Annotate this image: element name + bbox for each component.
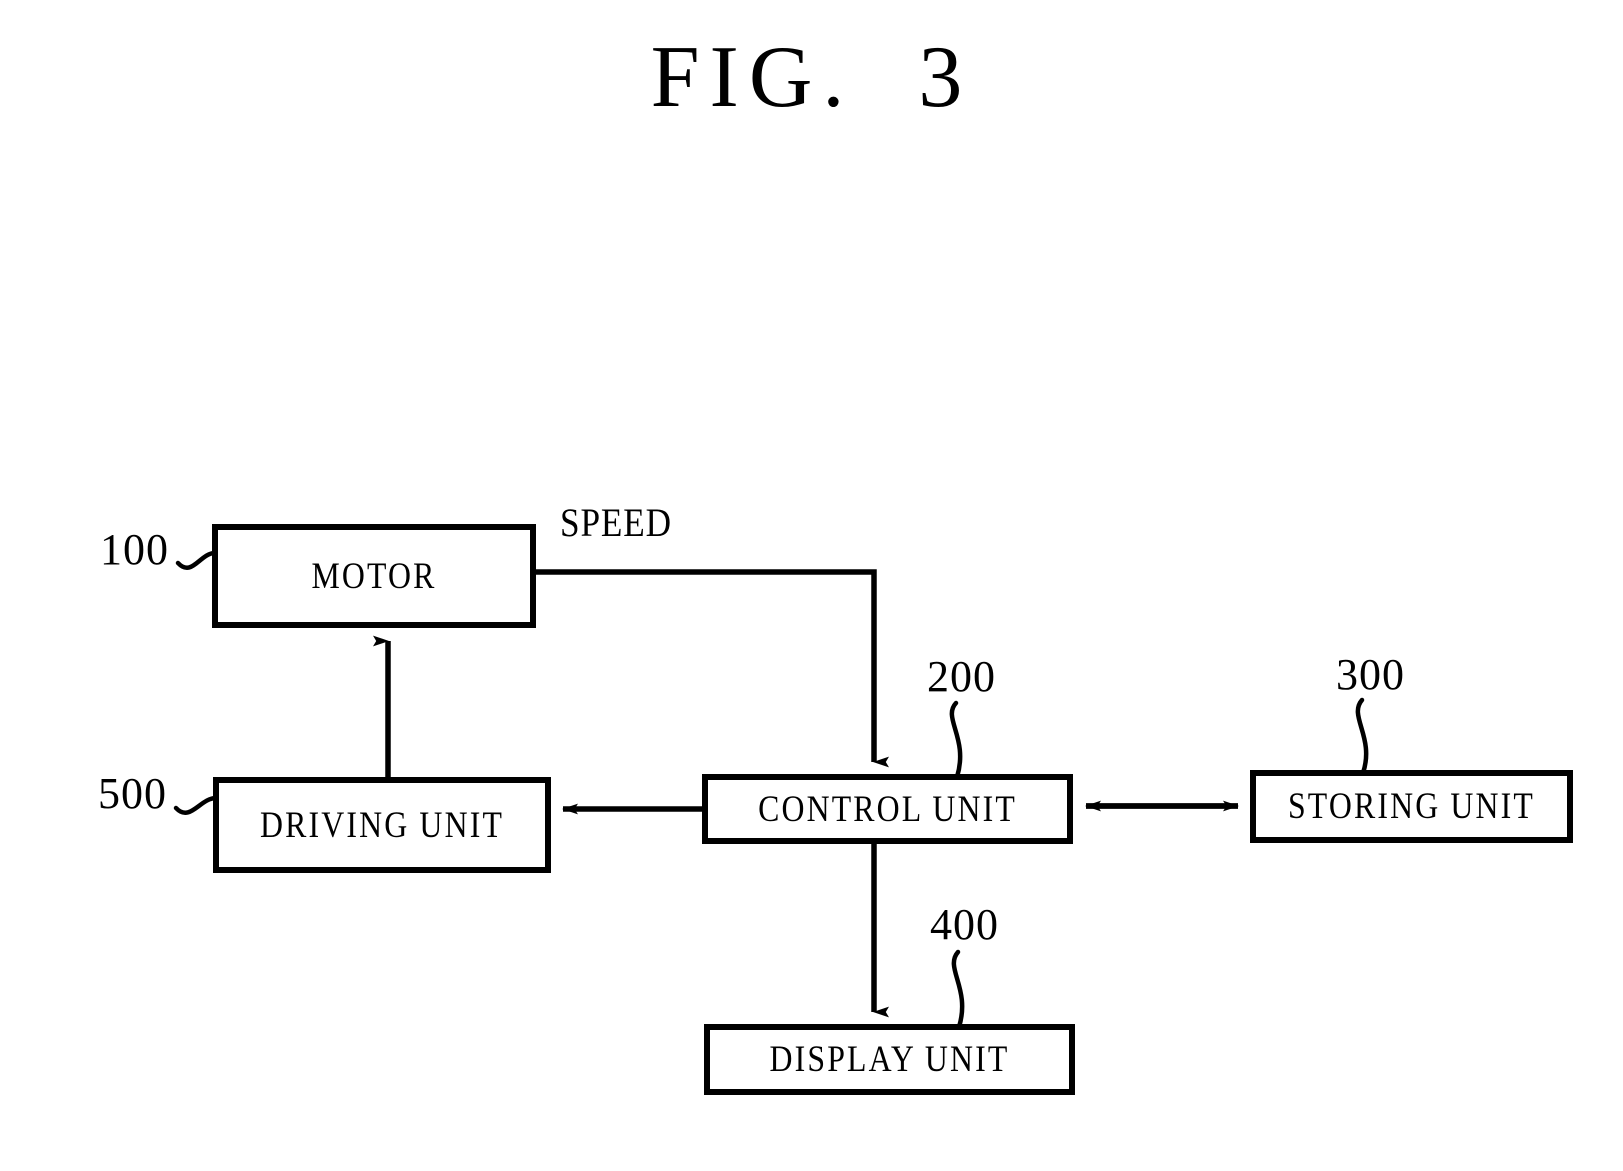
patent-figure: FIG. 3 MOTOR DRIVING UNIT CONTROL UNIT S… bbox=[0, 0, 1623, 1171]
block-storing-unit bbox=[1250, 770, 1573, 843]
leader-line-200 bbox=[949, 700, 963, 780]
leader-line-300 bbox=[1355, 697, 1369, 776]
block-diagram-canvas bbox=[173, 524, 1573, 1095]
reference-numeral-500: 500 bbox=[98, 769, 167, 818]
leader-line-100 bbox=[175, 550, 218, 570]
reference-numeral-200: 200 bbox=[927, 652, 996, 701]
leader-line-500 bbox=[173, 795, 219, 815]
reference-numeral-100: 100 bbox=[100, 525, 169, 574]
block-display-unit bbox=[704, 1024, 1075, 1095]
edge-label-speed: SPEED bbox=[560, 500, 672, 545]
reference-numeral-300: 300 bbox=[1336, 650, 1405, 699]
block-driving-unit bbox=[213, 777, 551, 873]
block-motor bbox=[212, 524, 536, 628]
block-control-unit bbox=[702, 774, 1073, 844]
leader-line-400 bbox=[951, 949, 965, 1030]
reference-numeral-400: 400 bbox=[930, 900, 999, 949]
connection-motor-to-control-unit bbox=[533, 569, 889, 768]
